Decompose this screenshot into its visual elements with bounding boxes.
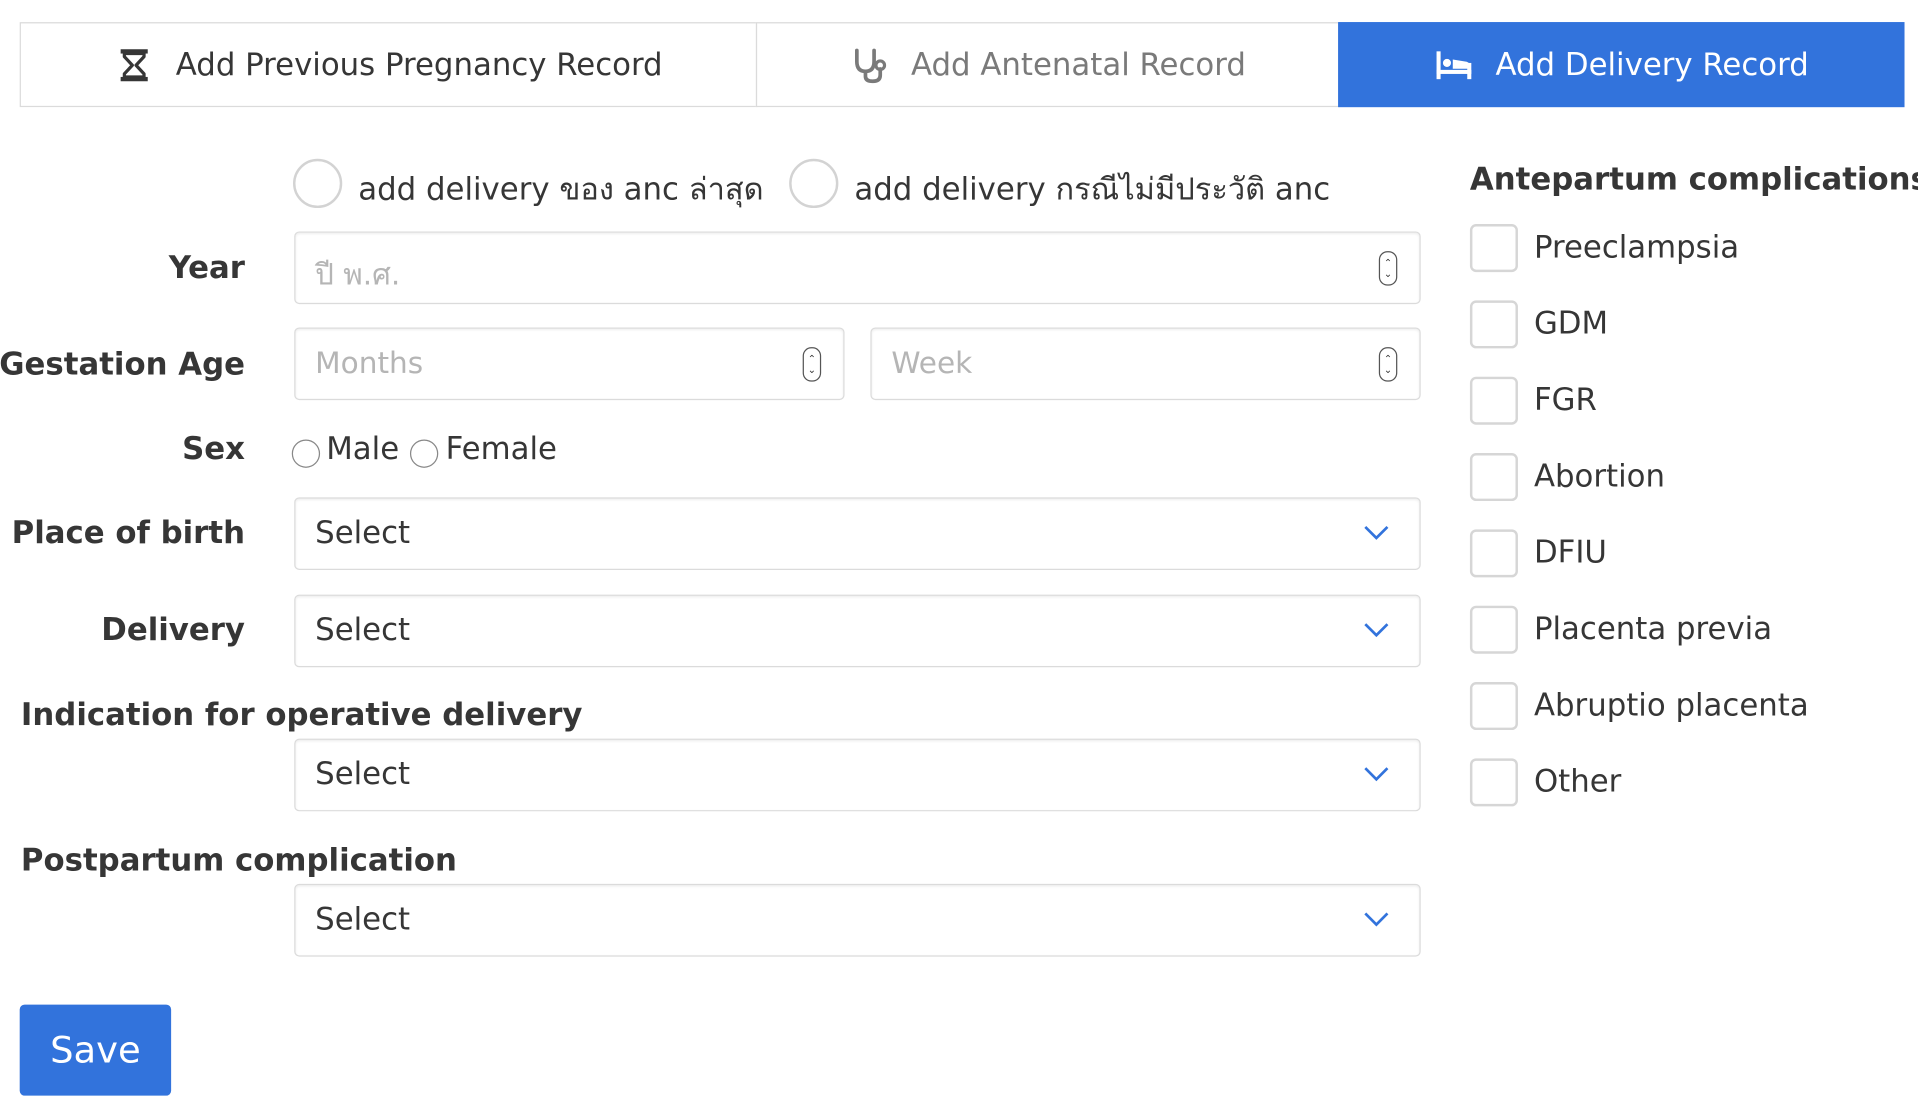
postpartum-value: Select bbox=[315, 901, 411, 937]
tab-delivery[interactable]: Add Delivery Record bbox=[1338, 22, 1905, 108]
radio-latest-anc[interactable] bbox=[293, 158, 343, 209]
week-stepper-icon[interactable]: ⌃ ⌄ bbox=[1378, 347, 1398, 382]
place-of-birth-value: Select bbox=[315, 514, 411, 551]
year-label: Year bbox=[168, 249, 245, 286]
checkbox-label: Placenta previa bbox=[1533, 610, 1773, 647]
year-placeholder: ปี พ.ศ. bbox=[315, 257, 401, 292]
radio-no-anc-label: add delivery กรณีไม่มีประวัติ anc bbox=[854, 171, 1331, 207]
save-button[interactable]: Save bbox=[19, 1004, 172, 1096]
checkbox-gdm[interactable] bbox=[1469, 300, 1518, 349]
place-of-birth-label: Place of birth bbox=[11, 514, 245, 551]
checkbox-label: FGR bbox=[1533, 381, 1597, 418]
checkbox-label: Other bbox=[1533, 763, 1622, 799]
indication-select[interactable]: Select bbox=[294, 738, 1421, 812]
tab-label: Add Previous Pregnancy Record bbox=[175, 46, 663, 83]
bed-icon bbox=[1434, 45, 1473, 84]
indication-value: Select bbox=[315, 755, 411, 792]
delivery-label: Delivery bbox=[101, 611, 245, 648]
postpartum-label: Postpartum complication bbox=[20, 842, 457, 878]
stethoscope-icon bbox=[849, 45, 888, 84]
delivery-select[interactable]: Select bbox=[294, 594, 1421, 668]
delivery-record-page: Add Previous Pregnancy Record Add Antena… bbox=[0, 0, 1918, 1120]
checkbox-label: GDM bbox=[1533, 305, 1609, 342]
chevron-down-icon bbox=[1364, 767, 1389, 782]
tab-label: Add Antenatal Record bbox=[910, 46, 1246, 83]
checkbox-abortion[interactable] bbox=[1469, 453, 1518, 502]
place-of-birth-select[interactable]: Select bbox=[294, 497, 1421, 570]
week-placeholder: Week bbox=[891, 345, 973, 381]
indication-label: Indication for operative delivery bbox=[20, 696, 583, 733]
checkbox-label: DFIU bbox=[1533, 534, 1607, 570]
radio-no-anc[interactable] bbox=[789, 158, 839, 209]
radio-female-label: Female bbox=[445, 430, 557, 467]
tab-previous-pregnancy[interactable]: Add Previous Pregnancy Record bbox=[19, 22, 758, 108]
checkbox-label: Preeclampsia bbox=[1533, 228, 1740, 265]
radio-male[interactable] bbox=[291, 439, 321, 468]
checkbox-preeclampsia[interactable] bbox=[1469, 224, 1518, 273]
checkbox-label: Abruptio placenta bbox=[1533, 686, 1809, 723]
year-stepper-icon[interactable]: ⌃ ⌄ bbox=[1378, 251, 1398, 286]
checkbox-label: Abortion bbox=[1533, 457, 1665, 494]
chevron-down-icon bbox=[1364, 525, 1389, 540]
checkbox-placenta-previa[interactable] bbox=[1469, 605, 1518, 654]
tab-antenatal[interactable]: Add Antenatal Record bbox=[755, 22, 1340, 108]
checkbox-dfiu[interactable] bbox=[1469, 529, 1518, 578]
antepartum-title: Antepartum complications bbox=[1469, 161, 1918, 197]
tab-label: Add Delivery Record bbox=[1495, 46, 1809, 83]
radio-latest-anc-label: add delivery ของ anc ล่าสุด bbox=[358, 171, 764, 207]
gestation-months-input[interactable]: Months ⌃ ⌄ bbox=[294, 327, 845, 401]
gestation-week-input[interactable]: Week ⌃ ⌄ bbox=[870, 327, 1421, 401]
delivery-value: Select bbox=[315, 611, 411, 648]
postpartum-select[interactable]: Select bbox=[294, 883, 1421, 957]
hourglass-icon bbox=[114, 45, 153, 84]
checkbox-fgr[interactable] bbox=[1469, 376, 1518, 425]
chevron-down-icon bbox=[1364, 912, 1389, 927]
radio-male-label: Male bbox=[326, 430, 400, 467]
sex-label: Sex bbox=[182, 430, 245, 467]
radio-female[interactable] bbox=[409, 439, 439, 468]
gestation-age-label: Gestation Age bbox=[0, 345, 245, 382]
checkbox-abruptio-placenta[interactable] bbox=[1469, 682, 1518, 731]
months-placeholder: Months bbox=[315, 345, 424, 381]
chevron-down-icon bbox=[1364, 623, 1389, 638]
checkbox-other[interactable] bbox=[1469, 758, 1518, 807]
year-input[interactable]: ปี พ.ศ. ⌃ ⌄ bbox=[294, 231, 1421, 305]
months-stepper-icon[interactable]: ⌃ ⌄ bbox=[802, 347, 822, 382]
